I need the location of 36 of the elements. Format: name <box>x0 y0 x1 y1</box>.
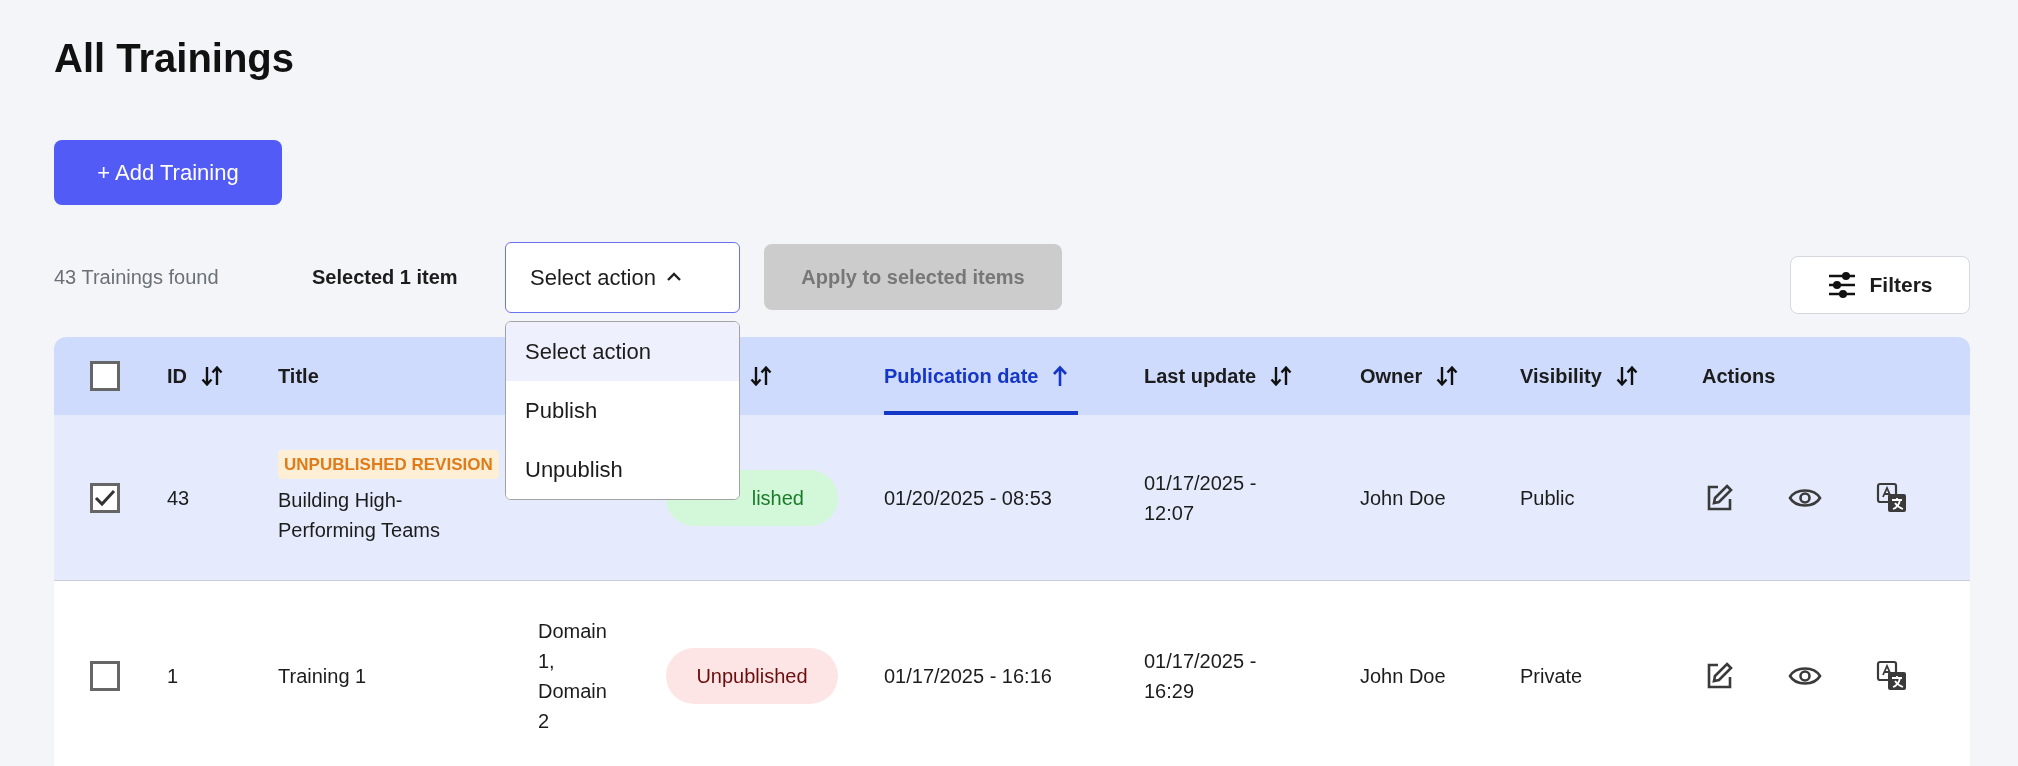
table-cell-text: Public <box>1520 485 1575 511</box>
translate-icon[interactable] <box>1876 659 1908 692</box>
column-header[interactable]: Actions <box>1702 361 1776 391</box>
table-cell-text: John Doe <box>1360 663 1446 689</box>
status-pill: Unpublished <box>666 647 838 704</box>
table-cell-text: Training 1 <box>278 663 368 689</box>
checkbox[interactable] <box>90 361 120 391</box>
column-header[interactable]: Last update <box>1144 361 1257 391</box>
checkbox[interactable] <box>90 660 120 691</box>
sliders-icon <box>1827 272 1858 298</box>
table-cell-text: Private <box>1520 663 1583 689</box>
column-header[interactable]: ID <box>167 361 187 391</box>
action-select[interactable]: Select action <box>505 241 740 313</box>
add-training-button[interactable]: + Add Training <box>54 140 282 205</box>
column-header[interactable]: Publication date <box>884 361 1039 391</box>
page-title: All Trainings <box>54 35 295 82</box>
dropdown-option[interactable]: Select action <box>506 321 739 381</box>
selection-label: Selected 1 item <box>312 265 459 290</box>
table-cell-text: Domain 1, Domain 2 <box>538 618 608 734</box>
checkbox[interactable] <box>90 482 120 513</box>
translate-icon[interactable] <box>1876 481 1908 514</box>
table-cell-text: 01/20/2025 - 08:53 <box>884 485 1052 511</box>
column-header[interactable]: Title <box>278 361 319 391</box>
revision-badge: UNPUBLISHED REVISION <box>278 449 499 480</box>
table-cell-text: 1 <box>167 663 179 689</box>
column-header[interactable]: Visibility <box>1520 361 1602 391</box>
table-cell-text: 01/17/2025 - 12:07 <box>1144 470 1258 526</box>
checkmark-icon <box>94 488 116 507</box>
table-cell-text: 43 <box>167 485 190 511</box>
filters-button[interactable]: Filters <box>1790 256 1970 314</box>
table-cell-text: 01/17/2025 - 16:16 <box>884 663 1052 689</box>
table-cell-text: 01/17/2025 - 16:29 <box>1144 648 1258 704</box>
results-count: 43 Trainings found <box>54 265 220 290</box>
table-cell-text: Building High-Performing Teams <box>278 488 441 544</box>
table-cell-text: John Doe <box>1360 485 1446 511</box>
column-header[interactable]: Owner <box>1360 361 1423 391</box>
